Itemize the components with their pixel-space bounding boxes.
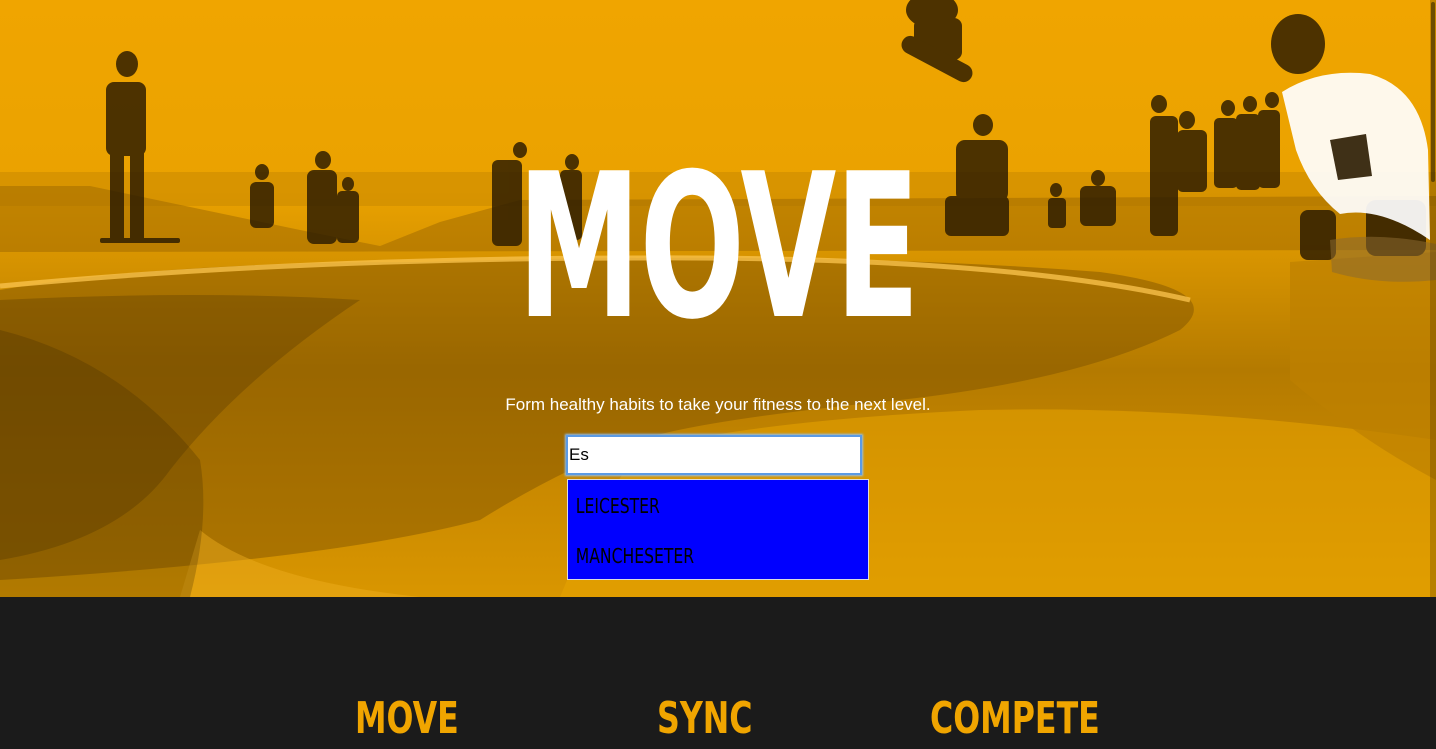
feature-heading-move: MOVE [355, 693, 459, 744]
autocomplete-dropdown: LEICESTER MANCHESETER [567, 479, 869, 580]
city-search-input[interactable] [566, 435, 862, 475]
page-scrollbar[interactable] [1430, 0, 1436, 597]
feature-heading-sync: SYNC [657, 693, 753, 744]
hero-tagline: Form healthy habits to take your fitness… [505, 395, 931, 414]
suggestion-manchester[interactable]: MANCHESETER [568, 530, 802, 580]
scrollbar-thumb[interactable] [1431, 2, 1435, 182]
suggestion-leicester[interactable]: LEICESTER [568, 480, 802, 530]
features-section: MOVE SYNC COMPETE [0, 597, 1436, 745]
hero-section: MOVE Form healthy habits to take your fi… [0, 0, 1436, 597]
feature-heading-compete: COMPETE [930, 693, 1100, 744]
hero-title: MOVE [517, 131, 919, 364]
